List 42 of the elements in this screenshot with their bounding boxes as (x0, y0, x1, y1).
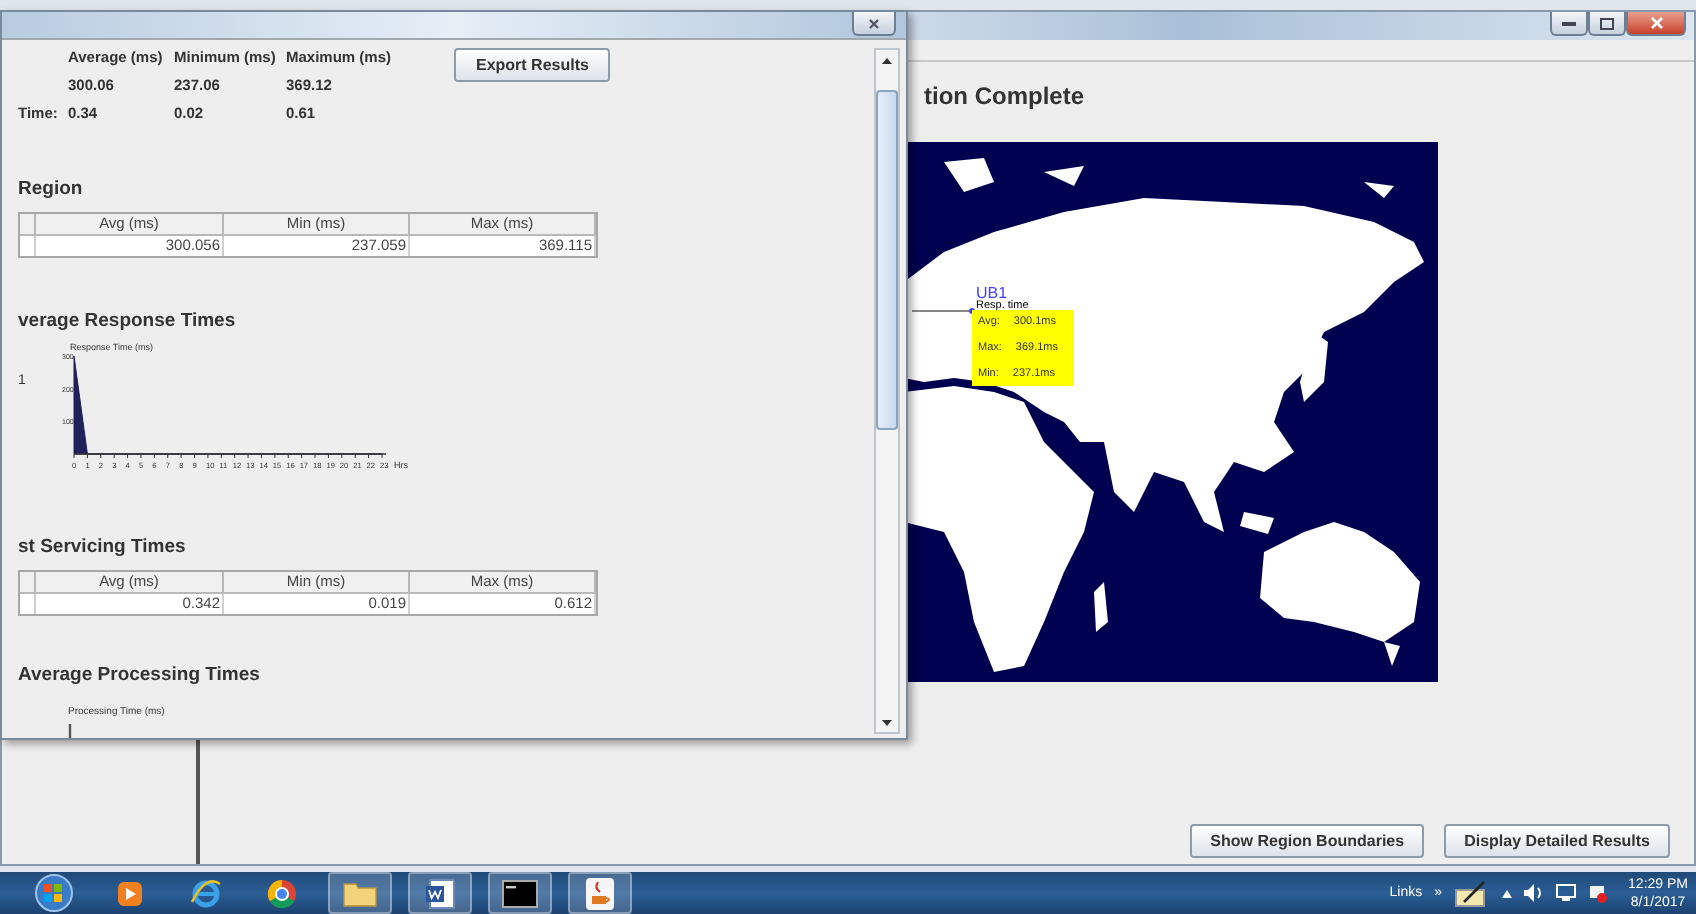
browser-circle-icon[interactable] (266, 877, 298, 909)
minimize-icon (1562, 20, 1576, 26)
up-arrow-icon[interactable] (1502, 889, 1513, 897)
browser-e-icon[interactable] (190, 877, 222, 909)
pen-icon[interactable] (1454, 879, 1491, 907)
flag-icon[interactable] (1588, 883, 1609, 903)
table-cell (20, 236, 36, 256)
action-button[interactable]: Show Region Boundaries (1190, 824, 1425, 858)
document-w-icon[interactable] (424, 877, 456, 909)
action-button[interactable]: Display Detailed Results (1444, 824, 1670, 858)
section-title: st Servicing Times (18, 536, 188, 558)
up-arrow-icon[interactable] (882, 57, 892, 63)
section-title: verage Response Times (18, 310, 238, 332)
down-arrow-icon[interactable] (882, 719, 892, 725)
taskbar-button[interactable] (328, 872, 392, 914)
section-title: Average Processing Times (18, 664, 262, 686)
table-header (20, 572, 36, 594)
close-icon (868, 17, 880, 29)
region-label: UB1 (976, 286, 1008, 302)
coffee-cup-icon[interactable] (586, 877, 614, 909)
taskbar-button[interactable] (488, 872, 552, 914)
scroll-thumb[interactable] (876, 90, 898, 430)
table-cell (20, 594, 36, 614)
monitor-icon[interactable] (1556, 884, 1577, 902)
folder-icon[interactable] (342, 879, 378, 907)
table-header (20, 214, 36, 236)
page-heading: tion Complete (924, 82, 1084, 114)
minimize-button[interactable] (1550, 12, 1588, 36)
leader-line (912, 308, 976, 314)
speaker-icon[interactable] (1524, 884, 1545, 902)
maximize-button[interactable] (1588, 12, 1626, 36)
export-button[interactable]: Export Results (454, 48, 611, 82)
close-icon (1649, 16, 1663, 30)
section-title: Region (18, 178, 85, 200)
close-button[interactable] (1626, 12, 1686, 36)
taskbar-button[interactable] (408, 872, 472, 914)
taskbar-button[interactable] (568, 872, 632, 914)
windows-logo-icon[interactable] (34, 874, 74, 912)
play-icon[interactable] (116, 879, 144, 907)
maximize-icon (1600, 17, 1614, 29)
terminal-icon[interactable] (502, 879, 538, 907)
close-button[interactable] (852, 12, 896, 36)
